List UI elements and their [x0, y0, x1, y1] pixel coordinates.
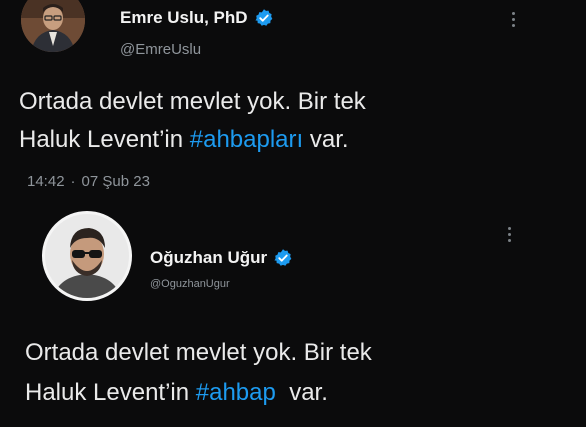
- avatar[interactable]: [21, 0, 85, 52]
- handle[interactable]: @OguzhanUgur: [150, 278, 230, 290]
- handle[interactable]: @EmreUslu: [120, 41, 201, 58]
- text-segment: Haluk Levent’in: [19, 126, 190, 153]
- avatar[interactable]: [42, 211, 132, 301]
- verified-badge-icon: [274, 249, 292, 266]
- hashtag-link[interactable]: #ahbap: [196, 379, 276, 406]
- more-options-icon[interactable]: [510, 12, 516, 27]
- verified-badge-icon: [255, 9, 272, 26]
- tweet-card-oguzhan-ugur[interactable]: Oğuzhan Uğur @OguzhanUgur Ortada devlet …: [0, 203, 586, 427]
- separator-dot: ·: [70, 173, 76, 190]
- text-segment: var.: [303, 126, 349, 153]
- tweet-date: 07 Şub 23: [81, 173, 150, 190]
- tweet-timestamp[interactable]: 14:42 · 07 Şub 23: [27, 173, 150, 190]
- avatar-photo-icon: [21, 0, 85, 52]
- more-options-icon[interactable]: [506, 227, 512, 242]
- tweet-text: Ortada devlet mevlet yok. Bir tek Haluk …: [25, 333, 372, 413]
- tweet-text-line: Ortada devlet mevlet yok. Bir tek: [19, 88, 366, 115]
- text-segment: var.: [275, 379, 328, 406]
- display-name-text: Emre Uslu, PhD: [120, 8, 248, 27]
- tweet-text-line: Haluk Levent’in #ahbap var.: [25, 373, 372, 413]
- tweet-card-emre-uslu[interactable]: Emre Uslu, PhD @EmreUslu Ortada devlet m…: [0, 0, 586, 200]
- tweet-text-line: Haluk Levent’in #ahbapları var.: [19, 121, 366, 159]
- display-name-text: Oğuzhan Uğur: [150, 248, 268, 267]
- display-name[interactable]: Oğuzhan Uğur: [150, 248, 293, 268]
- avatar-photo-icon: [45, 214, 129, 298]
- hashtag-link[interactable]: #ahbapları: [190, 126, 303, 153]
- tweet-text-line: Ortada devlet mevlet yok. Bir tek: [25, 339, 372, 366]
- display-name[interactable]: Emre Uslu, PhD: [120, 8, 274, 28]
- tweet-text: Ortada devlet mevlet yok. Bir tek Haluk …: [19, 83, 366, 159]
- text-segment: Haluk Levent’in: [25, 379, 196, 406]
- tweet-time: 14:42: [27, 173, 65, 190]
